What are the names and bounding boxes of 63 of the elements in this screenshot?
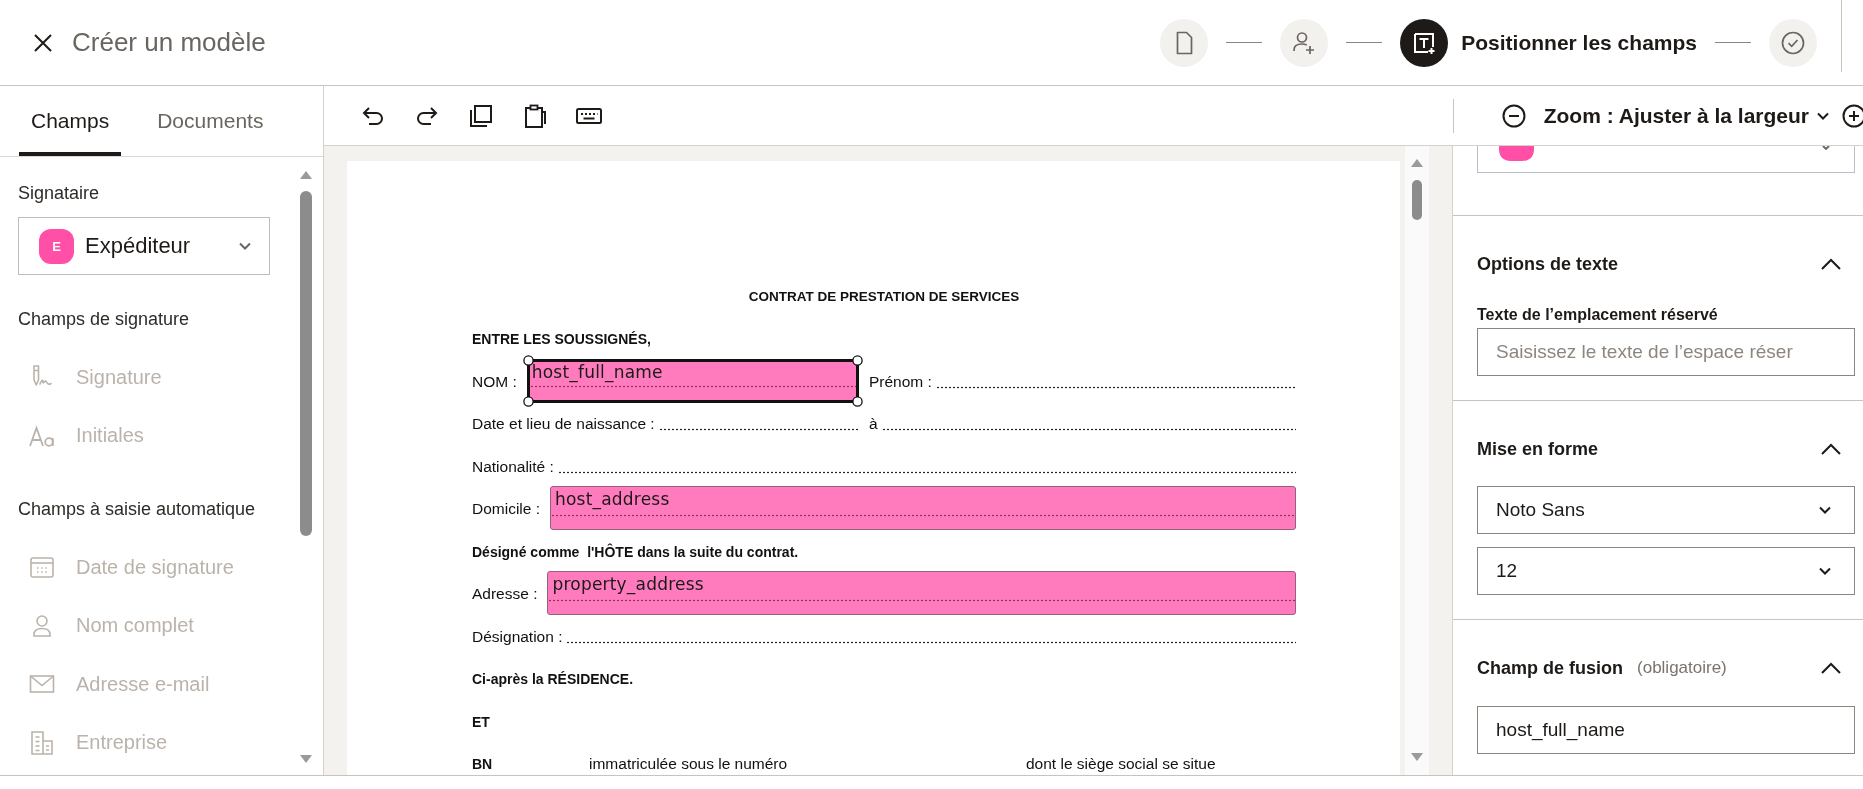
- section-label: Signataire: [18, 183, 100, 203]
- clipboard-icon[interactable]: [522, 102, 548, 129]
- chevron-up-icon[interactable]: [1820, 442, 1842, 456]
- section-heading: Champ de fusion: [1477, 657, 1623, 679]
- document-text: ENTRE LES SOUSSIGNÉS,: [472, 330, 651, 348]
- document-text: Nationalité :: [472, 457, 554, 476]
- resize-handle-icon[interactable]: [852, 354, 863, 366]
- check-circle-icon[interactable]: [1769, 18, 1817, 67]
- document-text: ET: [472, 712, 490, 731]
- document-text: Domicile :: [472, 500, 541, 518]
- document-text: à: [869, 415, 878, 433]
- zoom-dropdown[interactable]: Zoom : Ajuster à la largeur: [1543, 103, 1830, 128]
- tab[interactable]: Documents: [145, 86, 276, 156]
- scroll-up-icon: [300, 171, 312, 179]
- font-size-dropdown[interactable]: 12: [1477, 547, 1855, 595]
- scrollbar-thumb[interactable]: [300, 191, 312, 536]
- chevron-down-icon: [1820, 146, 1832, 150]
- font-dropdown[interactable]: Noto Sans: [1477, 486, 1855, 534]
- merge-field-input[interactable]: host_full_name: [1477, 706, 1855, 754]
- document-text: dont le siège social se situe: [1026, 755, 1216, 773]
- copy-icon[interactable]: [468, 102, 494, 129]
- building-icon: [28, 728, 56, 757]
- section-label: Champs à saisie automatique: [18, 499, 256, 519]
- document-text: Prénom :: [869, 372, 932, 391]
- document-text: Désigné comme l'HÔTE dans la suite du contrat.: [472, 542, 799, 561]
- document-text: immatriculée sous le numéro: [589, 755, 788, 773]
- section-heading: Mise en forme: [1477, 438, 1599, 460]
- window-title: Créer un modèle: [72, 27, 266, 58]
- document-text: Date et lieu de naissance :: [472, 415, 655, 433]
- tab[interactable]: Champs: [19, 86, 122, 156]
- signer-avatar: E: [39, 228, 74, 264]
- signer-dropdown[interactable]: E Expéditeur: [18, 217, 270, 275]
- document-text: Désignation :: [472, 627, 563, 646]
- resize-handle-icon[interactable]: [852, 395, 863, 407]
- avatar-icon: [1499, 146, 1534, 161]
- document-icon[interactable]: [1160, 18, 1209, 67]
- resize-handle-icon[interactable]: [522, 354, 534, 366]
- step-label: Positionner les champs: [1461, 30, 1697, 55]
- section-heading: Options de texte: [1477, 253, 1619, 275]
- scroll-down-icon: [300, 755, 312, 763]
- chevron-up-icon[interactable]: [1820, 661, 1842, 675]
- document-text: Ci-après la RÉSIDENCE.: [472, 670, 634, 688]
- signer-dropdown[interactable]: [1477, 146, 1855, 173]
- document-text: NOM :: [472, 372, 517, 391]
- document-title: CONTRAT DE PRESTATION DE SERVICES: [748, 288, 1020, 306]
- field-label: Texte de l’emplacement réservé: [1477, 305, 1718, 325]
- scroll-down-icon: [1411, 753, 1423, 761]
- section-label: Champs de signature: [18, 309, 190, 329]
- placeholder-text-input[interactable]: Saisissez le texte de l’espace réser: [1477, 328, 1855, 376]
- resize-handle-icon[interactable]: [522, 395, 534, 407]
- text-field-icon[interactable]: [1400, 18, 1449, 67]
- merge-field[interactable]: host_address: [550, 486, 1296, 530]
- document-text: BN: [472, 755, 493, 773]
- merge-field[interactable]: property_address: [547, 571, 1296, 615]
- zoom-in-icon[interactable]: [1842, 103, 1863, 128]
- section-note: (obligatoire): [1637, 658, 1727, 678]
- document-text: Adresse :: [472, 585, 538, 603]
- scroll-up-icon: [1411, 159, 1423, 167]
- scrollbar-thumb[interactable]: [1412, 180, 1422, 220]
- chevron-up-icon[interactable]: [1820, 257, 1842, 271]
- close-icon[interactable]: [33, 32, 53, 53]
- zoom-out-icon[interactable]: [1501, 103, 1526, 128]
- add-user-icon[interactable]: [1280, 18, 1329, 67]
